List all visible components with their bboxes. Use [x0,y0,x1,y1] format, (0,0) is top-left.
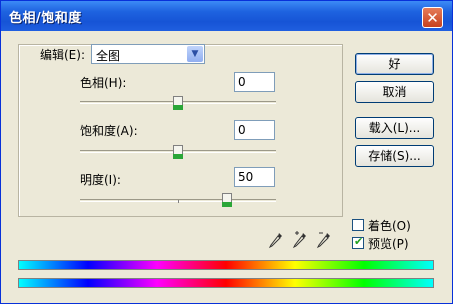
saturation-input[interactable]: 0 [234,120,275,140]
lightness-input[interactable]: 50 [234,167,275,187]
eyedropper-plus-icon[interactable] [292,231,308,249]
edit-group-box [18,44,343,217]
colorize-label[interactable]: 着色(O) [368,217,411,234]
lightness-slider-thumb[interactable] [222,193,232,207]
title-bar[interactable]: 色相/饱和度 ✕ [1,1,452,31]
hue-value: 0 [238,75,246,89]
load-button[interactable]: 载入(L)... [355,117,434,139]
lightness-value: 50 [238,170,254,184]
save-button[interactable]: 存储(S)... [355,145,434,167]
saturation-label: 饱和度(A): [80,124,138,138]
preview-checkbox[interactable]: ✔ [352,235,364,249]
hue-label: 色相(H): [80,76,127,90]
edit-channel-value: 全图 [96,49,121,63]
lightness-center-tick [178,200,179,203]
chevron-down-icon[interactable]: ▼ [187,46,203,62]
hue-slider-thumb[interactable] [173,96,183,110]
colorize-checkbox[interactable] [352,219,364,231]
close-button[interactable]: ✕ [422,7,443,28]
output-color-bar [18,278,434,288]
input-color-bar [18,260,434,270]
saturation-slider-thumb[interactable] [173,145,183,159]
eyedropper-minus-icon[interactable] [316,231,332,249]
checkmark-icon: ✔ [354,235,364,248]
saturation-value: 0 [238,123,246,137]
dialog-title: 色相/饱和度 [9,11,82,26]
preview-label[interactable]: 预览(P) [368,235,409,252]
edit-channel-select[interactable]: 全图 ▼ [91,44,205,64]
eyedropper-icon[interactable] [268,231,284,249]
lightness-label: 明度(I): [80,173,121,187]
close-icon: ✕ [426,9,439,27]
hue-input[interactable]: 0 [234,72,275,92]
cancel-button[interactable]: 取消 [355,81,434,103]
edit-label: 编辑(E): [38,46,87,63]
ok-button[interactable]: 好 [355,53,434,75]
